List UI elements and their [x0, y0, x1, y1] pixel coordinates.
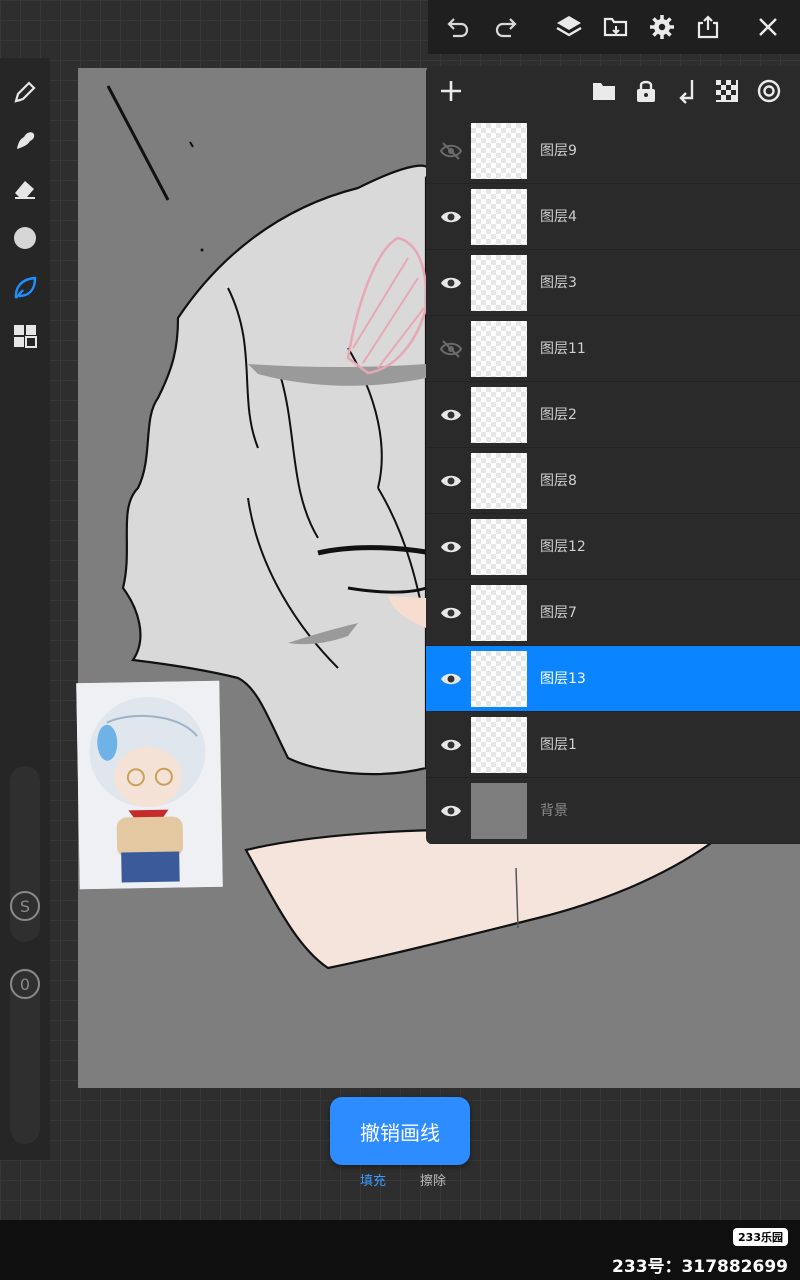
layer-thumbnail [471, 453, 527, 509]
layer-row[interactable]: 图层12 [426, 514, 800, 580]
merge-down-icon[interactable] [676, 78, 698, 108]
import-icon[interactable] [594, 5, 638, 49]
opacity-knob[interactable]: 0 [10, 969, 40, 999]
layer-row[interactable]: 图层3 [426, 250, 800, 316]
layer-row[interactable]: 图层7 [426, 580, 800, 646]
lasso-icon[interactable] [0, 266, 50, 310]
size-knob[interactable]: S [10, 891, 40, 921]
close-icon[interactable] [746, 5, 790, 49]
watermark-logo: 233乐园 [733, 1228, 788, 1246]
layer-thumbnail [471, 189, 527, 245]
target-icon[interactable] [756, 78, 782, 108]
layer-name: 图层4 [540, 209, 577, 225]
layer-row[interactable]: 图层8 [426, 448, 800, 514]
brush-size-slider[interactable]: S [10, 766, 40, 942]
layer-thumbnail [471, 321, 527, 377]
gear-icon[interactable] [640, 5, 684, 49]
top-toolbar [428, 0, 800, 54]
undo-line-button[interactable]: 撤销画线 [330, 1097, 470, 1165]
layer-name: 图层2 [540, 407, 577, 423]
share-icon[interactable] [686, 5, 730, 49]
eye-icon[interactable] [432, 267, 470, 299]
layers-panel: 图层9 图层4 图层3 图层11 图层2 图层8 图层12 图层7 图层13 图层1 背景 [426, 66, 800, 844]
layer-row[interactable]: 图层9 [426, 118, 800, 184]
layer-thumbnail [471, 519, 527, 575]
layer-thumbnail [471, 717, 527, 773]
layer-thumbnail [471, 387, 527, 443]
eye-icon[interactable] [432, 663, 470, 695]
layer-thumbnail [471, 651, 527, 707]
layer-row[interactable]: 图层2 [426, 382, 800, 448]
gallery-icon[interactable] [0, 314, 50, 358]
eye-icon[interactable] [432, 201, 470, 233]
layer-name: 图层3 [540, 275, 577, 291]
eye-icon[interactable] [432, 597, 470, 629]
layer-row[interactable]: 图层13 [426, 646, 800, 712]
reference-drawing [76, 680, 223, 890]
layer-thumbnail [471, 255, 527, 311]
eye-icon[interactable] [432, 531, 470, 563]
eraser-icon[interactable] [0, 166, 50, 210]
layer-row[interactable]: 图层1 [426, 712, 800, 778]
layer-thumbnail [471, 585, 527, 641]
layer-name: 图层9 [540, 143, 577, 159]
layer-name: 背景 [540, 803, 568, 819]
add-icon[interactable] [438, 78, 464, 108]
opacity-slider[interactable]: 0 [10, 968, 40, 1144]
layer-thumbnail [471, 783, 527, 839]
undo-icon[interactable] [436, 5, 480, 49]
eye-hidden-icon[interactable] [432, 135, 470, 167]
reference-image[interactable] [76, 680, 223, 890]
eye-icon[interactable] [432, 465, 470, 497]
layer-name: 图层13 [540, 671, 586, 687]
layer-name: 图层1 [540, 737, 577, 753]
eye-hidden-icon[interactable] [432, 333, 470, 365]
bottom-bar: 233乐园 233号：317882699 [0, 1220, 800, 1280]
checker-icon[interactable] [716, 80, 738, 106]
folder-icon[interactable] [592, 80, 616, 106]
eye-icon[interactable] [432, 399, 470, 431]
layer-row[interactable]: 图层11 [426, 316, 800, 382]
redo-icon[interactable] [484, 5, 528, 49]
eye-icon[interactable] [432, 729, 470, 761]
lock-icon[interactable] [634, 78, 658, 108]
watermark-text: 233号：317882699 [612, 1257, 788, 1277]
layer-name: 图层7 [540, 605, 577, 621]
erase-mode-tab[interactable]: 擦除 [420, 1170, 446, 1189]
layer-name: 图层12 [540, 539, 586, 555]
eye-icon[interactable] [432, 795, 470, 827]
brush-icon[interactable] [0, 70, 50, 114]
color-icon[interactable] [0, 216, 50, 260]
left-toolbar: S 0 [0, 58, 50, 1160]
fill-mode-tab[interactable]: 填充 [360, 1170, 386, 1189]
layer-name: 图层8 [540, 473, 577, 489]
layer-thumbnail [471, 123, 527, 179]
smudge-icon[interactable] [0, 118, 50, 162]
layer-row[interactable]: 图层4 [426, 184, 800, 250]
layer-row[interactable]: 背景 [426, 778, 800, 844]
layer-name: 图层11 [540, 341, 586, 357]
layers-panel-header [426, 66, 800, 118]
layers-icon[interactable] [547, 5, 591, 49]
